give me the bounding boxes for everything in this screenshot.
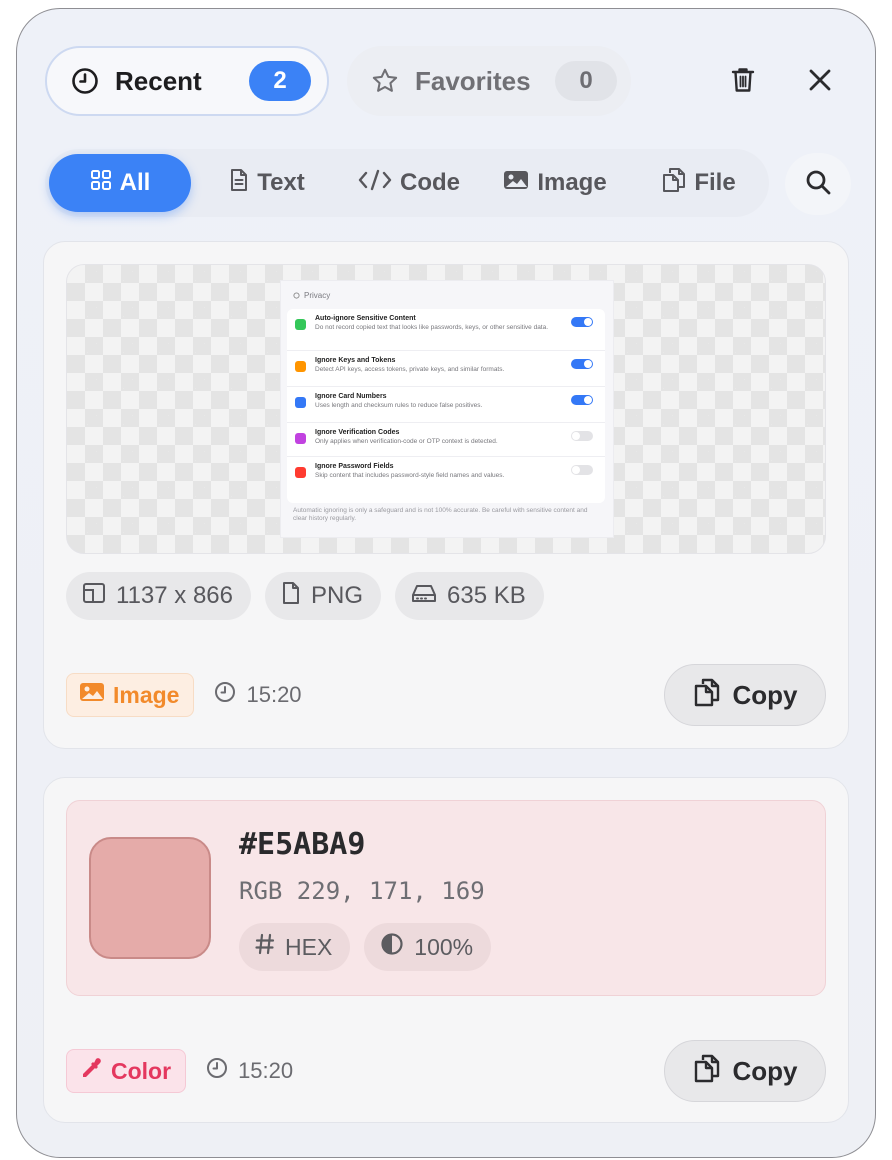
format-chip: PNG — [265, 572, 382, 620]
drive-icon — [411, 582, 437, 610]
contrast-icon — [380, 932, 404, 962]
star-icon — [371, 67, 399, 95]
tab-favorites[interactable]: Favorites 0 — [347, 46, 631, 116]
clock-icon — [206, 1057, 228, 1085]
preview-title: Privacy — [293, 291, 330, 300]
dimensions-icon — [82, 582, 106, 611]
code-icon — [358, 169, 392, 198]
tab-recent[interactable]: Recent 2 — [45, 46, 329, 116]
photo-icon — [503, 169, 529, 198]
copy-icon — [693, 677, 721, 714]
preview-row: Ignore Card Numbers Uses length and chec… — [287, 387, 605, 423]
clock-icon — [71, 67, 99, 95]
search-icon — [804, 168, 832, 201]
filter-text[interactable]: Text — [217, 154, 317, 212]
hash-icon — [255, 933, 275, 961]
item-footer: Color 15:20 — [66, 1049, 293, 1093]
hex-format-chip: HEX — [239, 923, 351, 971]
clock-icon — [214, 681, 236, 709]
color-swatch — [89, 837, 211, 959]
image-preview[interactable]: Privacy Auto-ignore Sensitive Content Do… — [66, 264, 826, 554]
type-badge-image: Image — [66, 673, 195, 717]
file-icon — [281, 581, 301, 612]
lock-icon — [295, 467, 306, 478]
hex-value: #E5ABA9 — [239, 827, 366, 862]
trash-icon — [730, 66, 756, 99]
clear-history-button[interactable] — [719, 58, 767, 106]
close-icon — [808, 68, 832, 97]
preview-toggle-off — [571, 431, 593, 441]
copy-icon — [693, 1053, 721, 1090]
preview-screenshot: Privacy Auto-ignore Sensitive Content Do… — [281, 281, 613, 537]
preview-toggle-on — [571, 395, 593, 405]
grid-icon — [90, 169, 112, 198]
preview-toggle-off — [571, 465, 593, 475]
preview-row: Auto-ignore Sensitive Content Do not rec… — [287, 309, 605, 351]
shield-icon — [295, 319, 306, 330]
preview-footer-note: Automatic ignoring is only a safeguard a… — [293, 507, 588, 522]
clipboard-history-panel: Recent 2 Favorites 0 All Text Code Image… — [16, 8, 876, 1158]
filter-image[interactable]: Image — [491, 154, 619, 212]
filter-text-label: Text — [257, 169, 305, 196]
timestamp: 15:20 — [206, 1057, 293, 1085]
image-meta: 1137 x 866 PNG 635 KB — [66, 572, 544, 620]
filter-bar: All Text Code Image File — [45, 149, 769, 217]
rgb-value: RGB 229, 171, 169 — [239, 877, 485, 905]
filter-image-label: Image — [537, 169, 607, 196]
code-badge-icon — [295, 433, 306, 444]
opacity-chip: 100% — [364, 923, 492, 971]
preview-toggle-on — [571, 359, 593, 369]
item-footer: Image 15:20 — [66, 673, 302, 717]
timestamp: 15:20 — [214, 681, 302, 709]
close-button[interactable] — [796, 58, 844, 106]
filter-file-label: File — [694, 169, 736, 196]
filter-code-label: Code — [400, 169, 460, 196]
copy-button[interactable]: Copy — [664, 664, 826, 726]
color-meta: HEX 100% — [239, 923, 492, 971]
size-chip: 635 KB — [395, 572, 544, 620]
eyedropper-icon — [79, 1056, 103, 1086]
search-button[interactable] — [785, 153, 851, 215]
photo-icon — [79, 681, 105, 709]
tab-favorites-label: Favorites — [415, 65, 531, 96]
preview-settings-list: Auto-ignore Sensitive Content Do not rec… — [287, 309, 605, 503]
preview-row: Ignore Verification Codes Only applies w… — [287, 423, 605, 457]
key-icon — [295, 361, 306, 372]
copy-button[interactable]: Copy — [664, 1040, 826, 1102]
preview-row: Ignore Password Fields Skip content that… — [287, 457, 605, 493]
card-icon — [295, 397, 306, 408]
filter-all[interactable]: All — [49, 154, 191, 212]
clip-item-color[interactable]: #E5ABA9 RGB 229, 171, 169 HEX 100% Color… — [43, 777, 849, 1123]
favorites-count-badge: 0 — [555, 61, 617, 101]
clip-item-image[interactable]: Privacy Auto-ignore Sensitive Content Do… — [43, 241, 849, 749]
tab-recent-label: Recent — [115, 65, 202, 96]
recent-count-badge: 2 — [249, 61, 311, 101]
filter-code[interactable]: Code — [349, 154, 469, 212]
dimensions-chip: 1137 x 866 — [66, 572, 251, 620]
preview-row: Ignore Keys and Tokens Detect API keys, … — [287, 351, 605, 387]
type-badge-color: Color — [66, 1049, 187, 1093]
files-icon — [662, 167, 686, 200]
color-preview: #E5ABA9 RGB 229, 171, 169 HEX 100% — [66, 800, 826, 996]
document-icon — [229, 168, 249, 199]
filter-all-label: All — [119, 169, 151, 196]
preview-toggle-on — [571, 317, 593, 327]
filter-file[interactable]: File — [649, 154, 749, 212]
